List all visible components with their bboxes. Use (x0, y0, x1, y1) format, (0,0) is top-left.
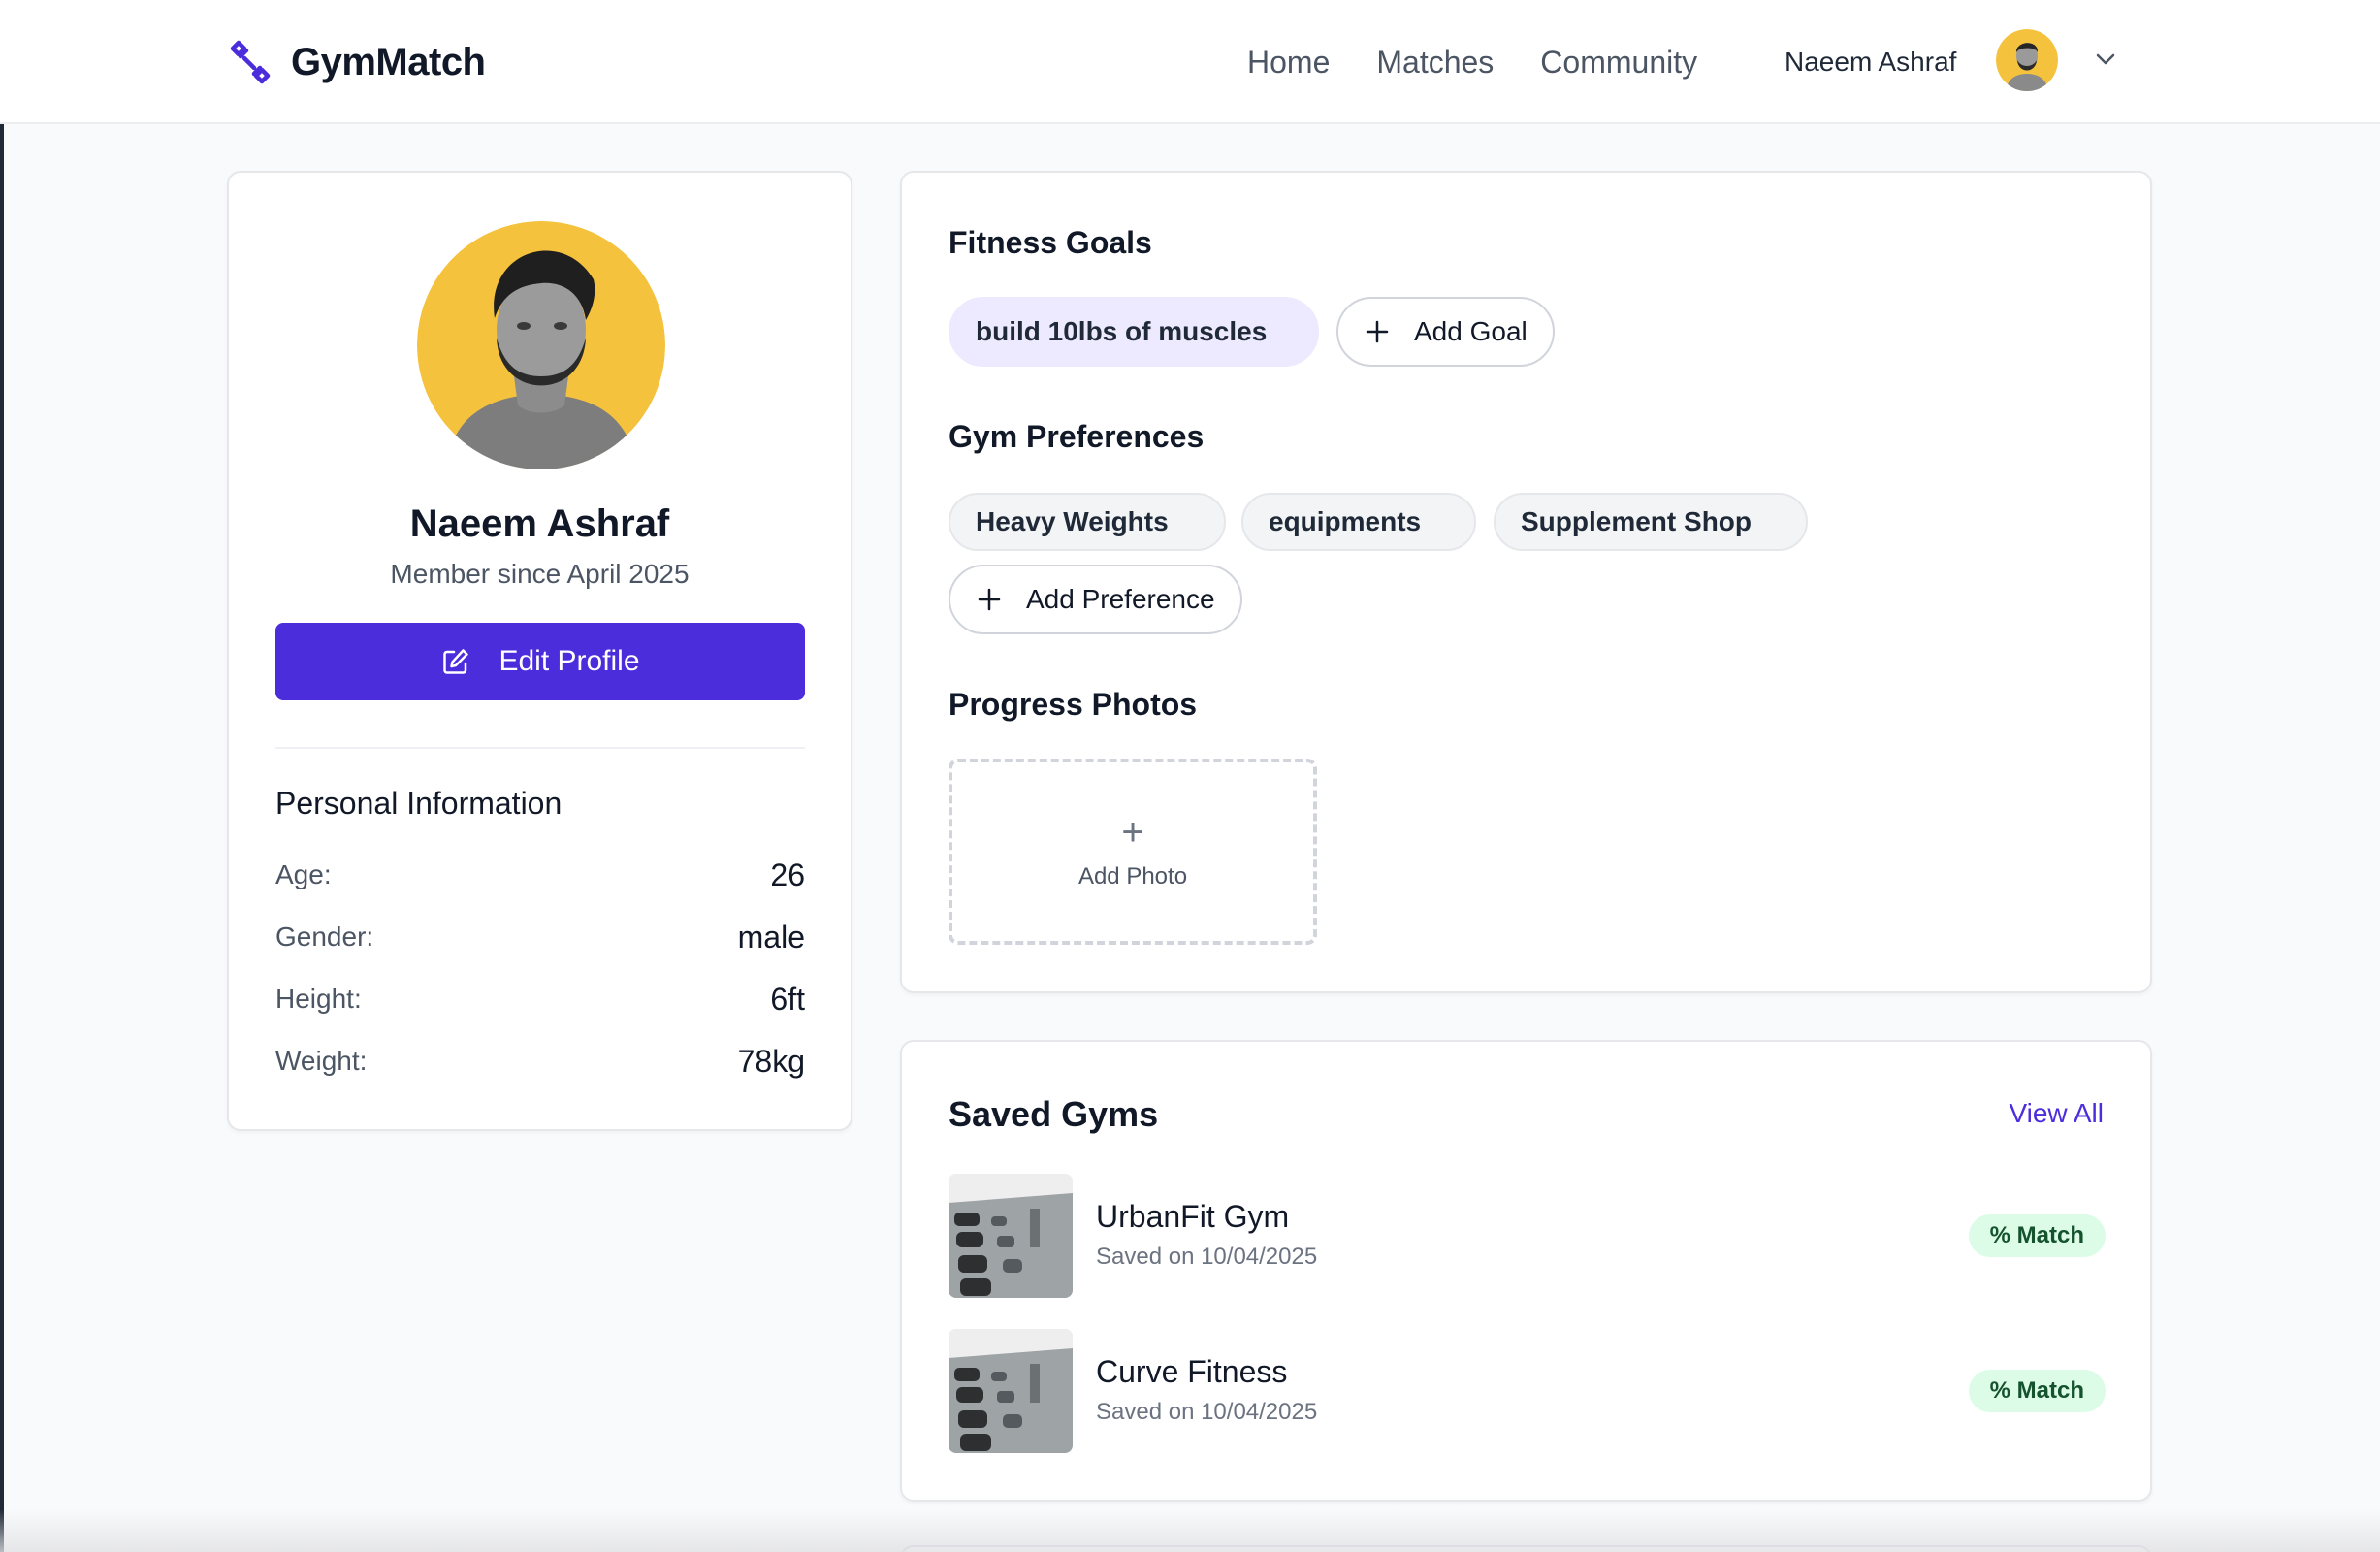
info-value: 26 (770, 857, 805, 892)
personal-info-title: Personal Information (275, 786, 563, 821)
goal-chip[interactable]: build 10lbs of muscles (949, 297, 1319, 367)
view-all-link[interactable]: View All (2009, 1098, 2104, 1129)
add-goal-label: Add Goal (1414, 316, 1528, 346)
info-row-height: Height: 6ft (275, 978, 805, 1020)
add-photo-label: Add Photo (1077, 863, 1188, 889)
saved-gyms-title: Saved Gyms (949, 1094, 1159, 1134)
preference-chip[interactable]: equipments (1241, 493, 1476, 551)
info-value: 6ft (770, 981, 805, 1017)
saved-gyms-card: Saved Gyms View All UrbanFit Gym Saved o… (900, 1040, 2152, 1502)
preference-chip[interactable]: Supplement Shop (1494, 493, 1808, 551)
avatar[interactable] (1996, 29, 2058, 91)
divider (275, 747, 805, 749)
plus-icon: + (1121, 811, 1144, 854)
bottom-shadow (0, 1509, 2380, 1552)
top-navbar: GymMatch Home Matches Community Naeem As… (0, 0, 2380, 124)
gym-list-item[interactable]: Curve Fitness Saved on 10/04/2025 % Matc… (949, 1329, 2106, 1453)
chevron-down-icon[interactable] (2093, 47, 2118, 72)
gym-name: UrbanFit Gym (1096, 1199, 1290, 1234)
profile-card: Naeem Ashraf Member since April 2025 Edi… (227, 171, 852, 1131)
add-photo-button[interactable]: + Add Photo (949, 759, 1317, 945)
info-value: 78kg (737, 1043, 805, 1079)
info-label: Gender: (275, 922, 374, 952)
gym-saved-date: Saved on 10/04/2025 (1096, 1244, 1318, 1270)
gym-thumbnail (949, 1329, 1073, 1453)
info-label: Weight: (275, 1046, 368, 1076)
nav-home[interactable]: Home (1247, 39, 1330, 85)
match-badge: % Match (1968, 1370, 2106, 1412)
brand[interactable]: GymMatch (227, 35, 486, 89)
plus-icon (978, 588, 1001, 611)
preference-chip[interactable]: Heavy Weights (949, 493, 1226, 551)
edit-icon (443, 649, 469, 674)
edit-profile-button[interactable]: Edit Profile (275, 623, 805, 700)
gym-name: Curve Fitness (1096, 1354, 1288, 1389)
info-label: Age: (275, 859, 332, 889)
preference-chip-label: Supplement Shop (1521, 506, 1752, 536)
member-since: Member since April 2025 (390, 559, 690, 589)
dumbbell-icon (230, 40, 271, 84)
profile-avatar (417, 221, 665, 469)
nav-matches[interactable]: Matches (1376, 39, 1494, 85)
main-nav: Home Matches Community (1247, 39, 1697, 85)
window-edge (0, 0, 4, 1552)
profile-name: Naeem Ashraf (409, 502, 670, 545)
info-row-weight: Weight: 78kg (275, 1040, 805, 1083)
gym-thumbnail (949, 1174, 1073, 1298)
goal-chip-label: build 10lbs of muscles (976, 316, 1268, 346)
match-badge: % Match (1968, 1214, 2106, 1257)
preference-chip-label: equipments (1269, 506, 1422, 536)
add-goal-button[interactable]: Add Goal (1336, 297, 1555, 367)
info-label: Height: (275, 984, 362, 1014)
gym-saved-date: Saved on 10/04/2025 (1096, 1399, 1318, 1425)
fitness-goals-title: Fitness Goals (949, 225, 1152, 260)
fitness-profile-card: Fitness Goals build 10lbs of muscles Add… (900, 171, 2152, 993)
brand-name: GymMatch (291, 40, 486, 83)
info-value: male (737, 919, 805, 954)
info-row-age: Age: 26 (275, 854, 805, 896)
plus-icon (1366, 320, 1389, 343)
preference-chip-label: Heavy Weights (976, 506, 1169, 536)
progress-photos-title: Progress Photos (949, 687, 1198, 722)
edit-profile-label: Edit Profile (499, 645, 640, 677)
add-preference-button[interactable]: Add Preference (949, 565, 1242, 634)
gym-preferences-title: Gym Preferences (949, 419, 1205, 454)
info-row-gender: Gender: male (275, 916, 805, 958)
nav-community[interactable]: Community (1540, 39, 1697, 85)
header-user-name[interactable]: Naeem Ashraf (1785, 43, 1956, 81)
add-preference-label: Add Preference (1026, 584, 1215, 614)
gym-list-item[interactable]: UrbanFit Gym Saved on 10/04/2025 % Match (949, 1174, 2106, 1298)
